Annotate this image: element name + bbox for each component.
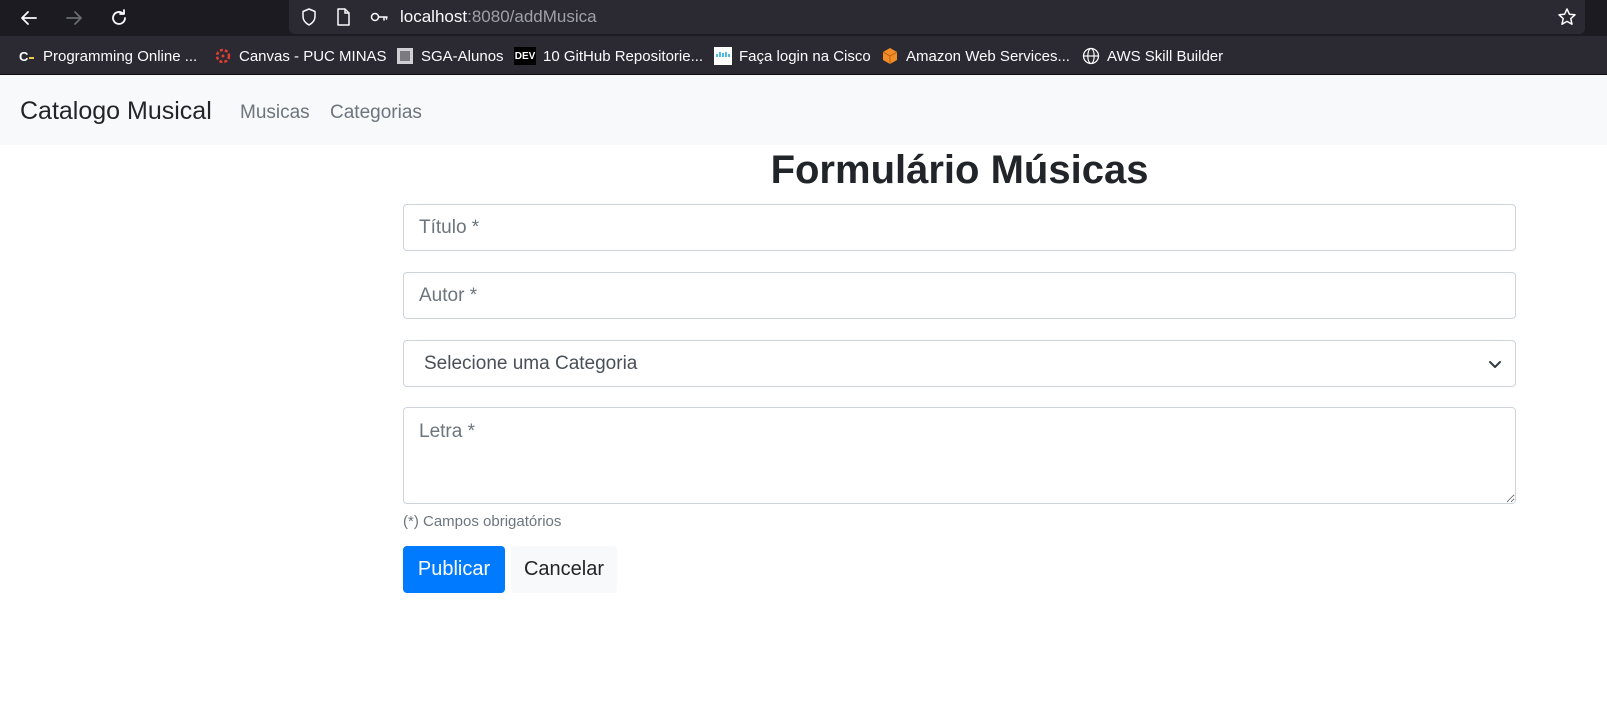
bookmark-label: SGA-Alunos bbox=[421, 47, 504, 65]
forward-button[interactable] bbox=[60, 4, 88, 32]
bookmark-label: 10 GitHub Repositorie... bbox=[543, 47, 704, 65]
forward-arrow-icon bbox=[66, 11, 82, 25]
url-bar[interactable]: localhost:8080/addMusica bbox=[289, 0, 1585, 34]
letra-textarea[interactable] bbox=[403, 407, 1516, 504]
form-title: Formulário Músicas bbox=[770, 148, 1149, 192]
svg-text:C: C bbox=[19, 49, 29, 64]
sga-icon bbox=[396, 47, 414, 65]
bookmark-programiz[interactable]: C Programming Online ... bbox=[18, 45, 197, 67]
categoria-select[interactable]: Selecione uma Categoria bbox=[403, 340, 1516, 387]
bookmark-star-icon[interactable] bbox=[1555, 5, 1579, 29]
publish-button[interactable]: Publicar bbox=[403, 546, 505, 593]
bookmark-aws[interactable]: Amazon Web Services... bbox=[881, 45, 1070, 67]
bookmark-canvas[interactable]: Canvas - PUC MINAS bbox=[214, 45, 387, 67]
shield-icon[interactable] bbox=[297, 5, 321, 29]
reload-icon bbox=[112, 9, 126, 25]
bookmark-label: Canvas - PUC MINAS bbox=[239, 47, 387, 65]
app-navbar: Catalogo Musical Musicas Categorias bbox=[0, 75, 1607, 145]
categoria-select-value: Selecione uma Categoria bbox=[424, 352, 638, 374]
cisco-icon bbox=[714, 47, 732, 65]
bookmark-label: AWS Skill Builder bbox=[1107, 47, 1224, 65]
required-fields-note: (*) Campos obrigatórios bbox=[403, 513, 562, 530]
bookmark-dev[interactable]: DEV 10 GitHub Repositorie... bbox=[514, 45, 703, 67]
key-icon[interactable] bbox=[367, 5, 391, 29]
page-icon[interactable] bbox=[331, 5, 355, 29]
canvas-icon bbox=[214, 47, 232, 65]
navbar-brand[interactable]: Catalogo Musical bbox=[20, 97, 212, 126]
titulo-input[interactable] bbox=[403, 204, 1516, 251]
globe-icon bbox=[1082, 47, 1100, 65]
nav-link-categorias[interactable]: Categorias bbox=[330, 102, 422, 124]
bookmark-cisco[interactable]: Faça login na Cisco bbox=[714, 45, 871, 67]
bookmark-label: Amazon Web Services... bbox=[906, 47, 1070, 65]
back-button[interactable] bbox=[15, 4, 43, 32]
cancel-button[interactable]: Cancelar bbox=[511, 546, 617, 593]
reload-button[interactable] bbox=[105, 4, 133, 32]
dev-icon: DEV bbox=[514, 47, 536, 65]
url-path: :8080/addMusica bbox=[467, 7, 597, 26]
browser-toolbar: localhost:8080/addMusica bbox=[0, 0, 1607, 36]
chevron-down-icon bbox=[1489, 361, 1501, 368]
programiz-icon: C bbox=[18, 47, 36, 65]
bookmarks-bar: C Programming Online ... Canvas - PUC MI… bbox=[0, 36, 1607, 75]
autor-input[interactable] bbox=[403, 272, 1516, 319]
nav-link-musicas[interactable]: Musicas bbox=[240, 102, 310, 124]
bookmark-label: Programming Online ... bbox=[43, 47, 198, 65]
url-text[interactable]: localhost:8080/addMusica bbox=[400, 7, 597, 27]
bookmark-aws-skill-builder[interactable]: AWS Skill Builder bbox=[1082, 45, 1223, 67]
aws-icon bbox=[881, 47, 899, 65]
back-arrow-icon bbox=[21, 11, 37, 25]
url-host: localhost bbox=[400, 7, 468, 26]
bookmark-sga[interactable]: SGA-Alunos bbox=[396, 45, 504, 67]
bookmark-label: Faça login na Cisco bbox=[739, 47, 871, 65]
